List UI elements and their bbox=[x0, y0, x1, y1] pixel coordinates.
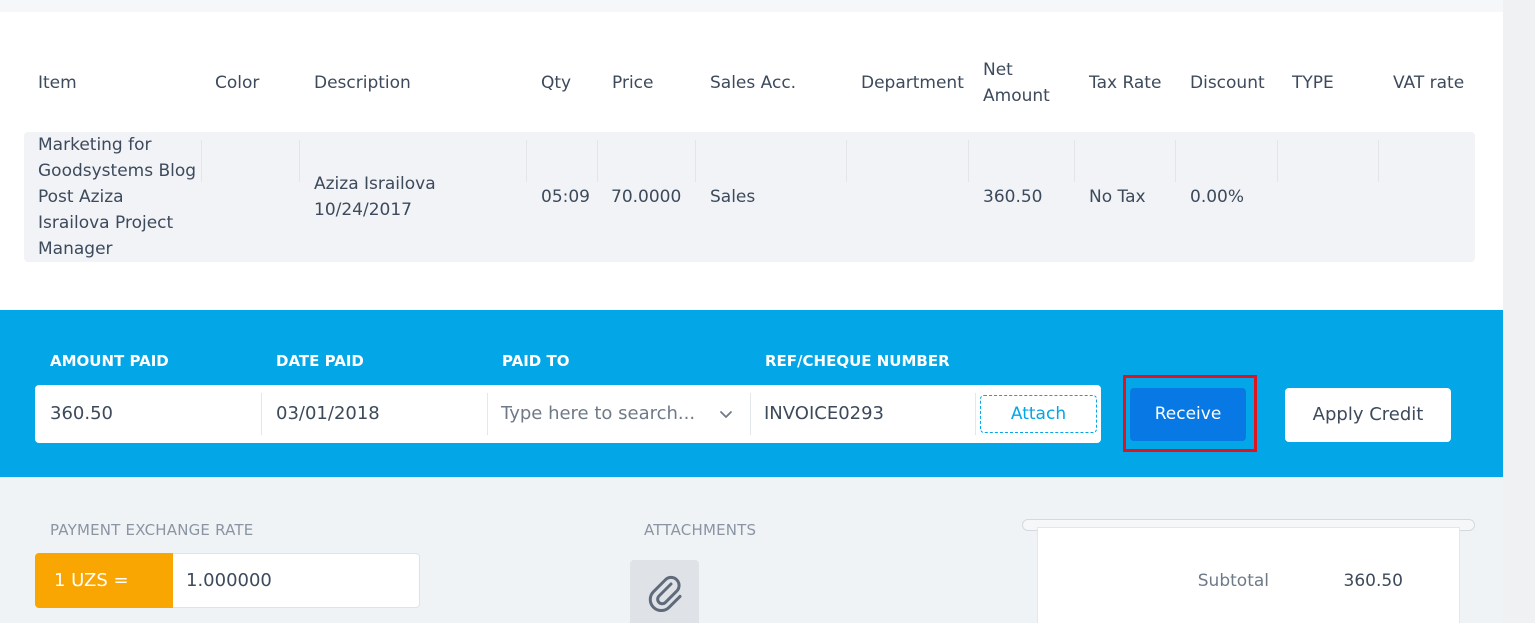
cell-item-line: Israilova Project bbox=[38, 213, 174, 233]
cell-separator bbox=[695, 140, 696, 182]
attachments-label: ATTACHMENTS bbox=[644, 521, 757, 539]
paperclip-icon bbox=[648, 575, 682, 613]
field-separator bbox=[261, 393, 262, 435]
cell-price: 70.0000 bbox=[611, 187, 682, 207]
cell-qty: 05:09 bbox=[541, 187, 590, 207]
totals-panel: Subtotal 360.50 bbox=[1037, 527, 1460, 623]
cell-item-line: Manager bbox=[38, 239, 113, 259]
paid-to-select[interactable]: Type here to search... bbox=[501, 385, 701, 443]
cell-separator bbox=[526, 140, 527, 182]
cell-separator bbox=[1277, 140, 1278, 182]
cell-description: Aziza Israilova 10/24/2017 bbox=[314, 171, 514, 223]
currency-tag: 1 UZS = bbox=[35, 553, 173, 608]
cell-separator bbox=[846, 140, 847, 182]
cell-separator bbox=[1175, 140, 1176, 182]
table-row[interactable]: Marketing for Goodsystems Blog Post Aziz… bbox=[24, 132, 1475, 262]
table-header: Item Color Description Qty Price Sales A… bbox=[0, 0, 1503, 130]
field-separator bbox=[487, 393, 488, 435]
header-department: Department bbox=[861, 73, 964, 93]
scrollbar[interactable] bbox=[1503, 0, 1535, 623]
header-discount: Discount bbox=[1190, 73, 1265, 93]
subtotal-value: 360.50 bbox=[1343, 571, 1403, 591]
cell-separator bbox=[968, 140, 969, 182]
header-net-amount: Net Amount bbox=[983, 57, 1050, 109]
cell-sales-acc: Sales bbox=[710, 187, 756, 207]
cell-separator bbox=[1074, 140, 1075, 182]
ref-number-label: REF/CHEQUE NUMBER bbox=[765, 352, 950, 370]
apply-credit-button[interactable]: Apply Credit bbox=[1285, 388, 1451, 442]
cell-discount: 0.00% bbox=[1190, 187, 1245, 207]
chevron-down-icon[interactable] bbox=[718, 406, 734, 422]
field-separator bbox=[975, 393, 976, 435]
lower-section: PAYMENT EXCHANGE RATE 1 UZS = 1.000000 A… bbox=[0, 477, 1503, 623]
add-attachment-button[interactable] bbox=[630, 560, 699, 623]
date-paid-label: DATE PAID bbox=[276, 352, 364, 370]
cell-separator bbox=[597, 140, 598, 182]
exchange-rate-label: PAYMENT EXCHANGE RATE bbox=[50, 521, 254, 539]
payment-form: 360.50 03/01/2018 Type here to search...… bbox=[35, 385, 1101, 443]
paid-to-label: PAID TO bbox=[502, 352, 570, 370]
amount-paid-input[interactable]: 360.50 bbox=[50, 385, 260, 443]
header-vat-rate: VAT rate bbox=[1393, 73, 1465, 93]
cell-item-line: Marketing for bbox=[38, 135, 152, 155]
cell-description-line: 10/24/2017 bbox=[314, 200, 412, 220]
subtotal-label: Subtotal bbox=[1197, 571, 1269, 591]
cell-item-line: Post Aziza bbox=[38, 187, 124, 207]
header-item: Item bbox=[38, 73, 77, 93]
cell-item: Marketing for Goodsystems Blog Post Aziz… bbox=[38, 132, 218, 262]
amount-paid-label: AMOUNT PAID bbox=[50, 352, 169, 370]
header-tax-rate: Tax Rate bbox=[1089, 73, 1162, 93]
cell-description-line: Aziza Israilova bbox=[314, 174, 436, 194]
header-net-amount-line1: Net bbox=[983, 60, 1013, 80]
exchange-rate-input[interactable]: 1.000000 bbox=[173, 553, 420, 608]
payment-panel: AMOUNT PAID DATE PAID PAID TO REF/CHEQUE… bbox=[0, 310, 1503, 477]
header-price: Price bbox=[612, 73, 654, 93]
header-description: Description bbox=[314, 73, 411, 93]
receive-button[interactable]: Receive bbox=[1130, 388, 1246, 441]
cell-tax-rate: No Tax bbox=[1089, 187, 1146, 207]
header-qty: Qty bbox=[541, 73, 572, 93]
header-net-amount-line2: Amount bbox=[983, 86, 1050, 106]
ref-number-input[interactable]: INVOICE0293 bbox=[764, 385, 974, 443]
attach-button[interactable]: Attach bbox=[980, 395, 1097, 433]
cell-separator bbox=[1378, 140, 1379, 182]
cell-item-line: Goodsystems Blog bbox=[38, 161, 197, 181]
field-separator bbox=[750, 393, 751, 435]
header-sales-acc: Sales Acc. bbox=[710, 73, 797, 93]
header-type: TYPE bbox=[1292, 73, 1334, 93]
header-color: Color bbox=[215, 73, 260, 93]
cell-net-amount: 360.50 bbox=[983, 187, 1043, 207]
date-paid-input[interactable]: 03/01/2018 bbox=[276, 385, 486, 443]
cell-separator bbox=[299, 140, 300, 182]
